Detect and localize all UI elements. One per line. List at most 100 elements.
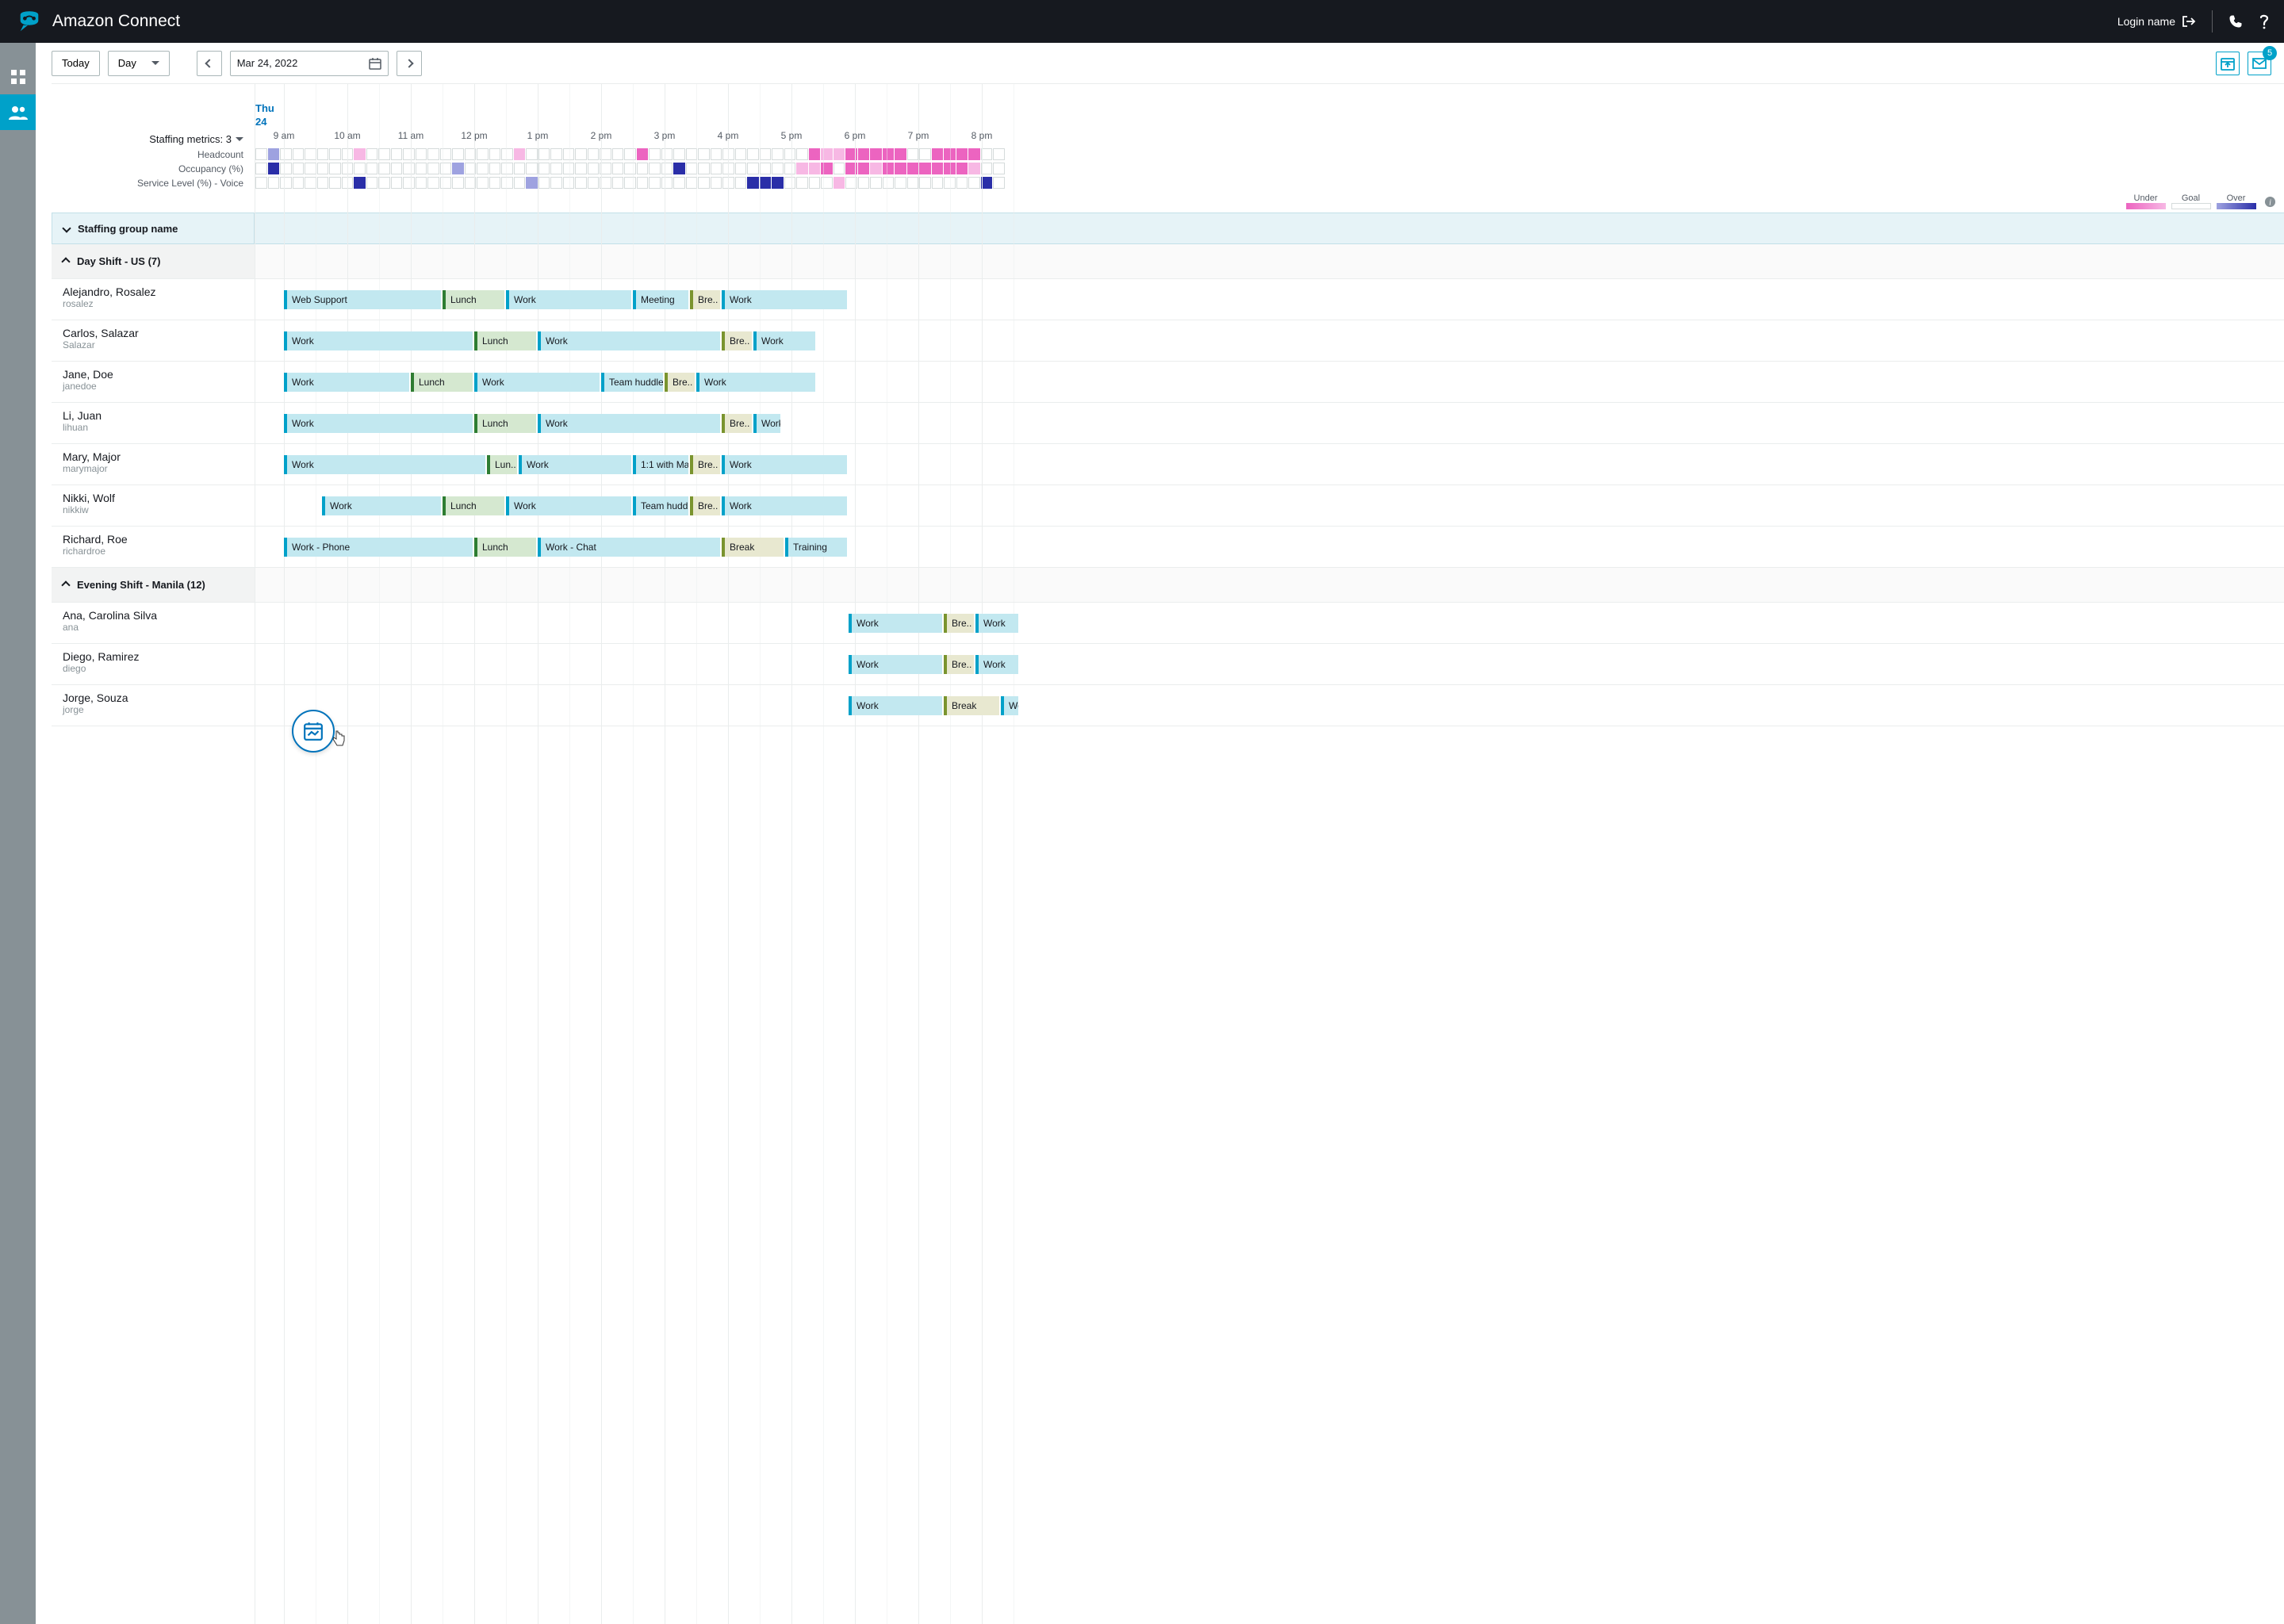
agent-row[interactable]: Ana, Carolina Silvaana: [52, 603, 255, 644]
help-icon[interactable]: [2259, 13, 2270, 29]
task-bar[interactable]: Bre..: [690, 455, 720, 474]
task-bar[interactable]: Work: [849, 655, 942, 674]
task-bar[interactable]: Bre..: [944, 655, 974, 674]
task-bar[interactable]: Bre..: [722, 331, 752, 350]
agent-row[interactable]: Diego, Ramirezdiego: [52, 644, 255, 685]
task-bar[interactable]: Work: [284, 373, 409, 392]
task-bar[interactable]: Work - Chat: [538, 538, 720, 557]
nav-dashboard[interactable]: [0, 59, 36, 94]
agent-row[interactable]: Alejandro, Rosalezrosalez: [52, 279, 255, 320]
task-bar[interactable]: Work: [538, 331, 720, 350]
timeline-column: Thu 24 9 am10 am11 am12 pm1 pm2 pm3 pm4 …: [255, 84, 2284, 1624]
info-icon[interactable]: i: [2264, 196, 2276, 208]
group-header-main[interactable]: Staffing group name: [52, 213, 255, 244]
task-bar[interactable]: Work: [506, 496, 631, 515]
task-bar[interactable]: Lunch: [443, 496, 504, 515]
task-bar[interactable]: Team huddle: [601, 373, 663, 392]
phone-icon[interactable]: [2228, 14, 2243, 29]
timeline-row[interactable]: WorkBre..Work: [255, 644, 2284, 685]
task-bar[interactable]: Bre..: [722, 414, 752, 433]
time-label: 7 pm: [908, 130, 929, 141]
timeline-row[interactable]: Work - PhoneLunchWork - ChatBreakTrainin…: [255, 527, 2284, 568]
task-bar[interactable]: Work: [722, 455, 847, 474]
task-bar[interactable]: Bre..: [690, 290, 720, 309]
date-header-day: Thu: [255, 102, 274, 115]
task-bar[interactable]: Work: [849, 696, 942, 715]
task-bar[interactable]: Work: [474, 373, 600, 392]
login-label: Login name: [2117, 15, 2175, 28]
today-button[interactable]: Today: [52, 51, 100, 76]
task-bar[interactable]: Work: [519, 455, 631, 474]
task-bar[interactable]: Meeting: [633, 290, 688, 309]
fab-schedule[interactable]: [292, 710, 335, 753]
task-bar[interactable]: Work: [722, 496, 847, 515]
task-bar[interactable]: Bre..: [944, 614, 974, 633]
view-select[interactable]: Day: [108, 51, 170, 76]
task-bar[interactable]: Lunch: [474, 414, 536, 433]
task-bar[interactable]: Work: [696, 373, 815, 392]
task-bar[interactable]: Web Support: [284, 290, 441, 309]
timeline-row[interactable]: WorkLunchWorkTeam huddleBre..Work: [255, 485, 2284, 527]
task-bar[interactable]: Work: [975, 614, 1018, 633]
timeline-row[interactable]: WorkLunchWorkBre..Work: [255, 320, 2284, 362]
group-header[interactable]: Evening Shift - Manila (12): [52, 568, 255, 603]
timeline-row[interactable]: WorkLunchWorkBre..Work: [255, 403, 2284, 444]
task-bar[interactable]: Work: [722, 290, 847, 309]
timeline-row[interactable]: WorkBre..Work: [255, 603, 2284, 644]
login-menu[interactable]: Login name: [2117, 15, 2196, 28]
task-bar[interactable]: Break: [944, 696, 999, 715]
task-bar[interactable]: Lun..: [487, 455, 517, 474]
task-bar[interactable]: Break: [722, 538, 784, 557]
agent-row[interactable]: Mary, Majormarymajor: [52, 444, 255, 485]
timeline-row[interactable]: WorkLun..Work1:1 with Ma..Bre..Work: [255, 444, 2284, 485]
task-bar[interactable]: Lunch: [474, 331, 536, 350]
prev-date-button[interactable]: [197, 51, 222, 76]
publish-button[interactable]: [2216, 52, 2240, 75]
task-bar[interactable]: Training: [785, 538, 847, 557]
task-bar[interactable]: Work: [506, 290, 631, 309]
task-bar[interactable]: Work: [284, 331, 473, 350]
time-label: 8 pm: [971, 130, 993, 141]
task-bar[interactable]: Work - Phone: [284, 538, 473, 557]
nav-users[interactable]: [0, 94, 36, 130]
agent-row[interactable]: Li, Juanlihuan: [52, 403, 255, 444]
app-logo: Amazon Connect: [14, 9, 180, 34]
metrics-title[interactable]: Staffing metrics: 3: [52, 130, 255, 147]
date-input[interactable]: Mar 24, 2022: [230, 51, 389, 76]
time-axis: 9 am10 am11 am12 pm1 pm2 pm3 pm4 pm5 pm6…: [255, 130, 2284, 147]
time-label: 11 am: [398, 130, 423, 141]
timeline-row[interactable]: WorkLunchWorkTeam huddleBre..Work: [255, 362, 2284, 403]
task-bar[interactable]: Work: [284, 455, 485, 474]
inbox-button[interactable]: 5: [2248, 52, 2271, 75]
task-bar[interactable]: Work: [753, 331, 815, 350]
agent-row[interactable]: Jorge, Souzajorge: [52, 685, 255, 726]
logout-icon: [2182, 15, 2196, 28]
cursor-icon: [331, 730, 346, 747]
task-bar[interactable]: Lunch: [474, 538, 536, 557]
agent-row[interactable]: Nikki, Wolfnikkiw: [52, 485, 255, 527]
timeline-row[interactable]: WorkBreakWork: [255, 685, 2284, 726]
timeline-row[interactable]: Web SupportLunchWorkMeetingBre..Work: [255, 279, 2284, 320]
task-bar[interactable]: Team huddle: [633, 496, 688, 515]
time-label: 5 pm: [781, 130, 803, 141]
task-bar[interactable]: Work: [753, 414, 780, 433]
time-label: 9 am: [274, 130, 295, 141]
task-bar[interactable]: Work: [1001, 696, 1018, 715]
task-bar[interactable]: Bre..: [665, 373, 695, 392]
agent-row[interactable]: Richard, Roerichardroe: [52, 527, 255, 568]
next-date-button[interactable]: [397, 51, 422, 76]
task-bar[interactable]: 1:1 with Ma..: [633, 455, 688, 474]
task-bar[interactable]: Work: [284, 414, 473, 433]
toolbar: Today Day Mar 24, 2022: [52, 43, 2284, 84]
task-bar[interactable]: Work: [849, 614, 942, 633]
task-bar[interactable]: Work: [322, 496, 441, 515]
agent-row[interactable]: Jane, Doejanedoe: [52, 362, 255, 403]
date-header-num: 24: [255, 115, 274, 128]
task-bar[interactable]: Lunch: [443, 290, 504, 309]
task-bar[interactable]: Work: [975, 655, 1018, 674]
task-bar[interactable]: Lunch: [411, 373, 473, 392]
group-header[interactable]: Day Shift - US (7): [52, 244, 255, 279]
task-bar[interactable]: Work: [538, 414, 720, 433]
agent-row[interactable]: Carlos, SalazarSalazar: [52, 320, 255, 362]
task-bar[interactable]: Bre..: [690, 496, 720, 515]
